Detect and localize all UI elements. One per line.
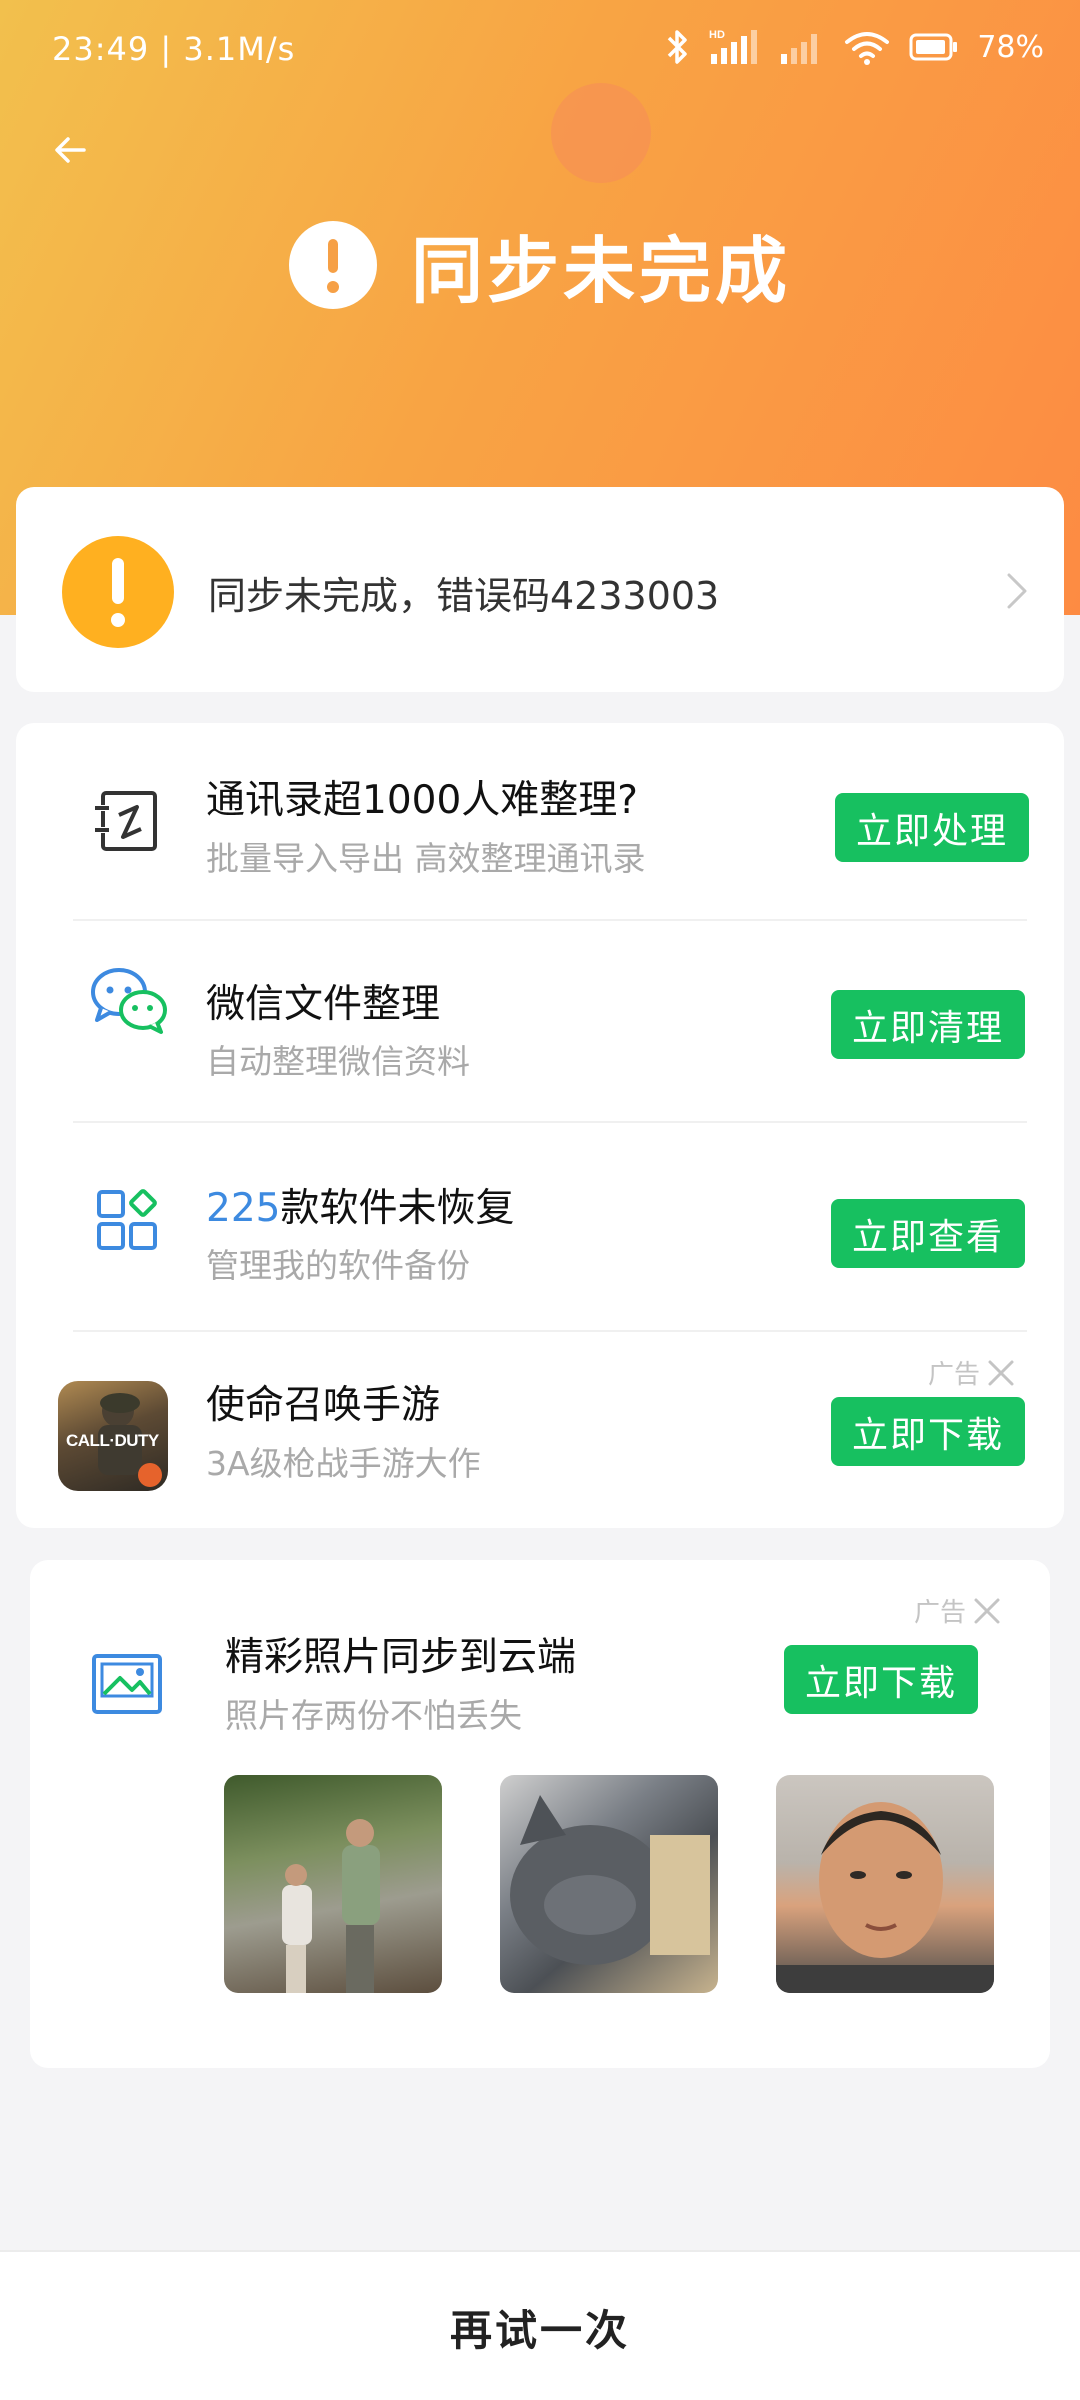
row-title: 微信文件整理 bbox=[206, 982, 441, 1027]
clean-now-button[interactable]: 立即清理 bbox=[831, 990, 1025, 1059]
photo-sync-ad-card[interactable]: 广告 精彩照片同步到云端 照片存两份不怕丢失 立即下载 bbox=[30, 1560, 1050, 2068]
download-photo-app-button[interactable]: 立即下载 bbox=[784, 1645, 978, 1714]
download-game-button[interactable]: 立即下载 bbox=[831, 1397, 1025, 1466]
photo-card-title: 精彩照片同步到云端 bbox=[225, 1635, 577, 1680]
decorative-dot bbox=[551, 83, 651, 183]
svg-text:HD: HD bbox=[709, 29, 725, 41]
signal-hd-icon: HD bbox=[709, 29, 758, 64]
gallery-icon bbox=[90, 1650, 166, 1724]
status-icons: HD 78% bbox=[665, 28, 1044, 66]
ad-tag: 广告 bbox=[914, 1592, 1002, 1629]
list-item-game-ad[interactable]: CALL·DUTY 使命召唤手游 3A级枪战手游大作 广告 立即下载 bbox=[16, 723, 1064, 1491]
view-now-button[interactable]: 立即查看 bbox=[831, 1199, 1025, 1268]
battery-level: 78% bbox=[977, 29, 1044, 65]
close-icon[interactable] bbox=[986, 1358, 1016, 1388]
game-logo-text: CALL·DUTY bbox=[66, 1431, 159, 1450]
bottom-bar: 再试一次 bbox=[0, 2250, 1080, 2400]
apps-grid-icon bbox=[74, 1165, 184, 1275]
call-of-duty-game-icon: CALL·DUTY bbox=[58, 1381, 168, 1491]
error-card[interactable]: 同步未完成，错误码4233003 bbox=[16, 487, 1064, 692]
arrow-left-icon bbox=[55, 137, 86, 163]
photo-thumbnail[interactable] bbox=[776, 1775, 994, 1993]
photo-thumbnail[interactable] bbox=[224, 1775, 442, 1993]
ad-label: 广告 bbox=[914, 1598, 967, 1628]
wifi-icon bbox=[845, 32, 890, 65]
photo-card-subtitle: 照片存两份不怕丢失 bbox=[225, 1696, 522, 1735]
list-item-apps[interactable]: 225款软件未恢复 管理我的软件备份 立即查看 bbox=[16, 1123, 1064, 1323]
ad-tag: 广告 bbox=[928, 1354, 1016, 1391]
row-subtitle: 自动整理微信资料 bbox=[206, 1042, 470, 1081]
row-title: 225款软件未恢复 bbox=[206, 1177, 514, 1233]
ad-label: 广告 bbox=[928, 1360, 981, 1390]
title-row: 同步未完成 bbox=[0, 212, 1080, 317]
bluetooth-icon bbox=[668, 30, 688, 64]
status-time-speed: 23:49 | 3.1M/s bbox=[52, 30, 296, 68]
back-button[interactable] bbox=[38, 118, 102, 182]
chevron-right-icon bbox=[1007, 573, 1027, 609]
battery-icon bbox=[909, 33, 958, 61]
error-message: 同步未完成，错误码4233003 bbox=[208, 574, 720, 618]
row-subtitle: 3A级枪战手游大作 bbox=[206, 1444, 481, 1483]
page-title: 同步未完成 bbox=[410, 229, 791, 313]
row-title: 使命召唤手游 bbox=[206, 1383, 441, 1428]
list-item-wechat[interactable]: 微信文件整理 自动整理微信资料 立即清理 bbox=[16, 923, 1064, 1123]
divider bbox=[73, 1330, 1027, 1332]
wechat-icon bbox=[74, 945, 184, 1055]
retry-button[interactable]: 再试一次 bbox=[0, 2252, 1080, 2400]
feature-list-card: 通讯录超1000人难整理? 批量导入导出 高效整理通讯录 立即处理 微信文件整理… bbox=[16, 723, 1064, 1528]
status-bar: 23:49 | 3.1M/s HD 78% bbox=[0, 0, 1080, 105]
photo-thumbnail[interactable] bbox=[500, 1775, 718, 1993]
signal-icon bbox=[781, 34, 818, 64]
close-icon[interactable] bbox=[972, 1596, 1002, 1626]
exclamation-icon bbox=[288, 220, 377, 309]
warning-icon bbox=[62, 536, 174, 648]
row-title-rest: 款软件未恢复 bbox=[280, 1186, 515, 1231]
unrecovered-count: 225 bbox=[206, 1186, 281, 1231]
row-subtitle: 管理我的软件备份 bbox=[206, 1246, 470, 1285]
